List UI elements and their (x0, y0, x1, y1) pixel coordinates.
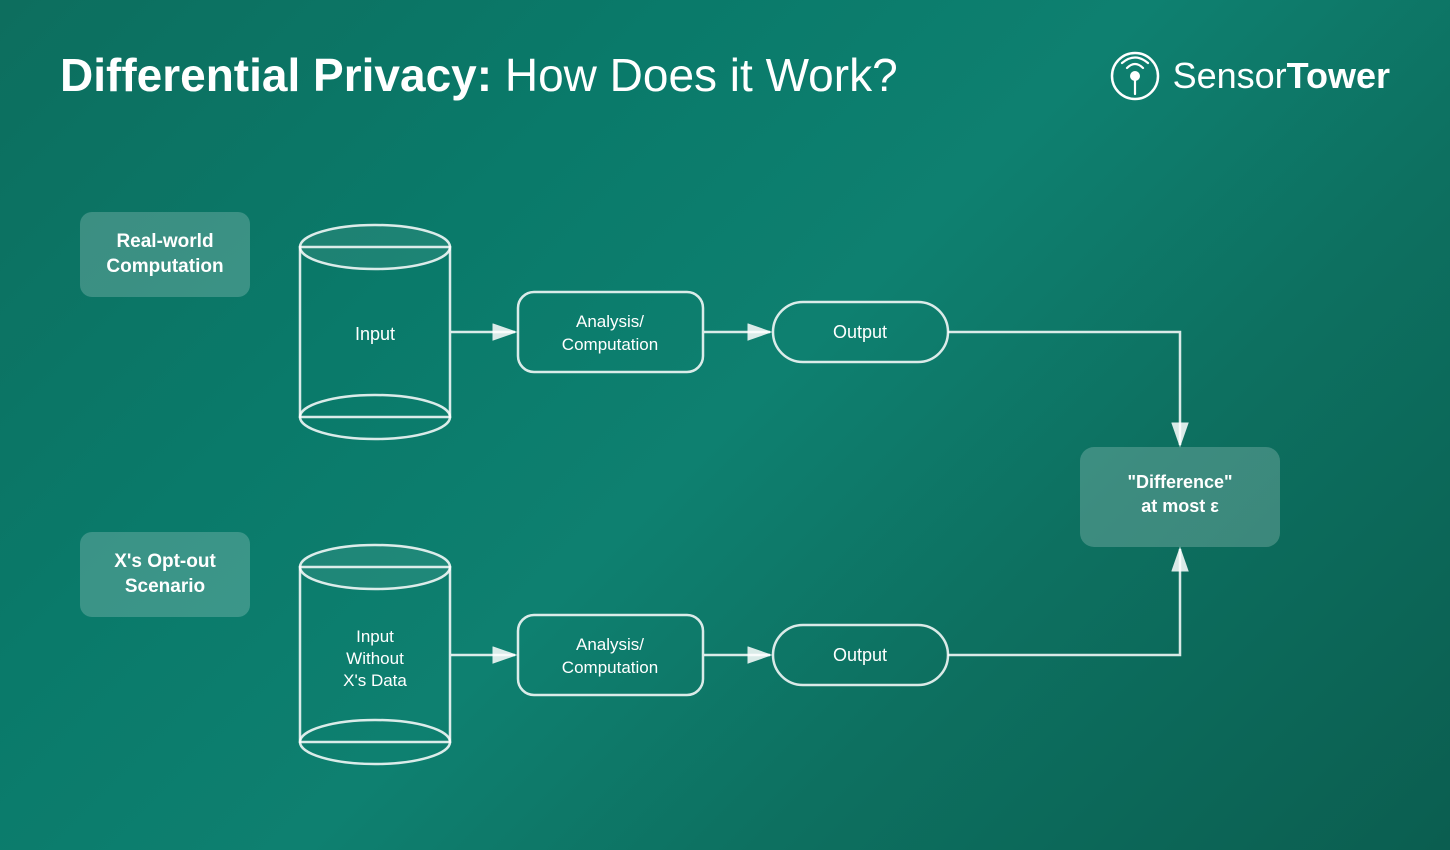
svg-text:"Difference": "Difference" (1127, 472, 1232, 492)
svg-text:Output: Output (833, 322, 887, 342)
svg-text:Computation: Computation (562, 335, 658, 354)
diagram: Real-world Computation X's Opt-out Scena… (60, 152, 1390, 802)
logo: SensorTower (1109, 50, 1390, 102)
logo-text: SensorTower (1173, 55, 1390, 97)
svg-text:Input: Input (356, 627, 394, 646)
svg-text:Computation: Computation (562, 658, 658, 677)
svg-text:Analysis/: Analysis/ (576, 635, 644, 654)
svg-text:Input: Input (355, 324, 395, 344)
svg-text:Output: Output (833, 645, 887, 665)
svg-text:Analysis/: Analysis/ (576, 312, 644, 331)
svg-text:X's Data: X's Data (343, 671, 407, 690)
diagram-svg: Input Analysis/ Computation Output Input… (60, 152, 1390, 802)
header: Differential Privacy: How Does it Work? … (60, 50, 1390, 102)
label-real-world: Real-world Computation (80, 212, 250, 297)
sensortower-logo-icon (1109, 50, 1161, 102)
label-opt-out: X's Opt-out Scenario (80, 532, 250, 617)
svg-text:at most ε: at most ε (1141, 496, 1219, 516)
svg-text:Without: Without (346, 649, 404, 668)
slide: Differential Privacy: How Does it Work? … (0, 0, 1450, 850)
page-title: Differential Privacy: How Does it Work? (60, 50, 898, 101)
